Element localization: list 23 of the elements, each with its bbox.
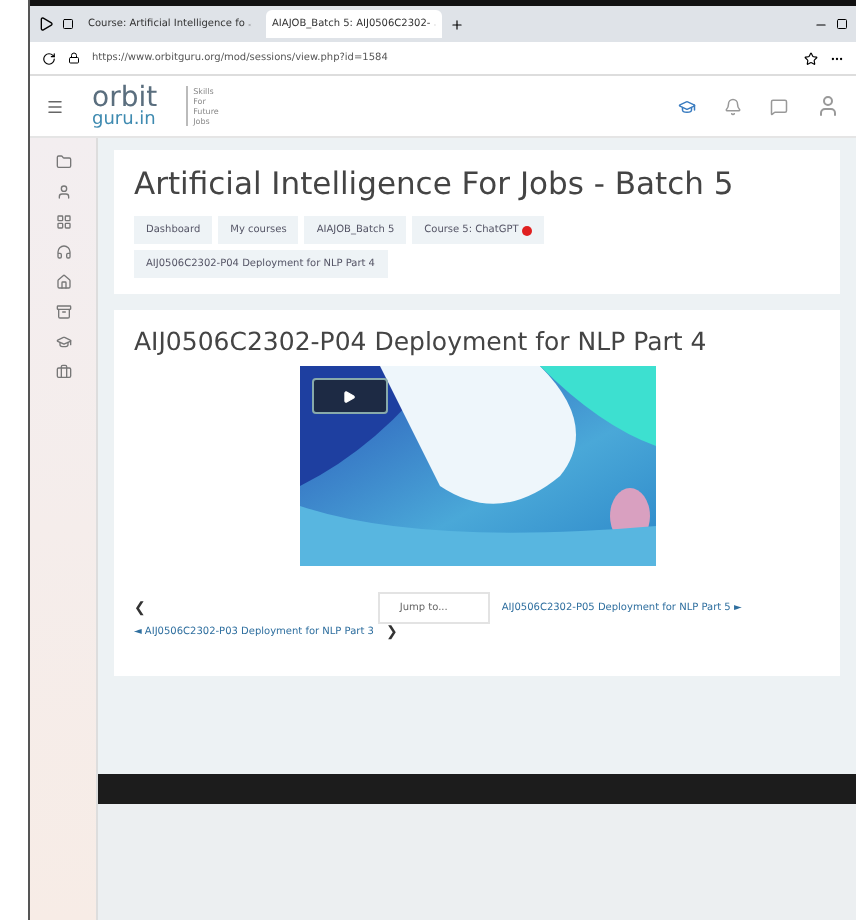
course-title: Artificial Intelligence For Jobs - Batch 5 [134, 166, 736, 202]
maximize-icon[interactable] [836, 18, 848, 30]
menu-icon[interactable] [46, 97, 64, 115]
lesson-title: AIJ0506C2302-P04 Deployment for NLP Part 4 [134, 326, 709, 356]
sidebar-icon[interactable] [55, 244, 71, 260]
sidebar-icon[interactable] [55, 274, 71, 290]
play-icon [342, 389, 356, 403]
site-logo[interactable]: orbit guru.in [92, 83, 158, 129]
sidebar-icon[interactable] [55, 364, 71, 380]
messages-icon[interactable] [770, 97, 788, 115]
sidebar-icon[interactable] [55, 334, 71, 350]
reload-icon[interactable] [42, 51, 56, 65]
sidebar-icon[interactable] [55, 304, 71, 320]
cap-icon[interactable] [678, 97, 696, 115]
notifications-icon[interactable] [724, 97, 742, 115]
favorite-icon[interactable] [804, 51, 818, 65]
lock-icon [68, 52, 80, 64]
sidebar-icon[interactable] [55, 214, 71, 230]
sidebar-icon[interactable] [55, 184, 71, 200]
avatar-icon[interactable] [816, 94, 840, 118]
new-tab-icon[interactable] [450, 17, 464, 31]
play-button[interactable] [311, 378, 387, 414]
sidebar-icon[interactable] [55, 154, 71, 170]
